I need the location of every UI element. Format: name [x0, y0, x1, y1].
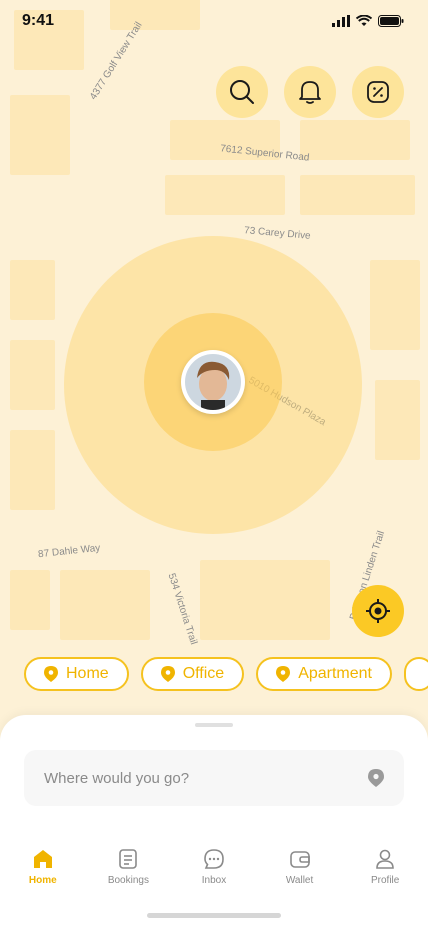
avatar [185, 354, 241, 410]
wifi-icon [356, 15, 372, 26]
wallet-icon [289, 851, 310, 868]
chip-home[interactable]: Home [24, 657, 129, 691]
road-label: 534 Victoria Trail [165, 572, 199, 647]
tab-label: Bookings [107, 875, 149, 886]
chip-label: Home [66, 665, 109, 682]
tab-profile[interactable]: Profile [342, 848, 428, 908]
drag-handle[interactable] [195, 723, 233, 727]
chip-label: Apartment [298, 665, 372, 682]
tab-inbox[interactable]: Inbox [171, 848, 257, 908]
document-icon [119, 849, 138, 869]
tab-bookings[interactable]: Bookings [86, 848, 172, 908]
location-pin-icon [44, 666, 58, 682]
discount-icon [367, 81, 389, 103]
tab-label: Inbox [201, 875, 227, 886]
saved-places: Home Office Apartment [24, 657, 428, 691]
cellular-icon [332, 15, 350, 27]
chip-label: Office [182, 665, 225, 682]
tab-label: Home [28, 875, 57, 886]
tab-label: Wallet [285, 875, 314, 886]
user-icon [376, 849, 394, 869]
status-time: 9:41 [22, 12, 55, 29]
search-button[interactable] [216, 66, 268, 118]
tab-label: Profile [370, 875, 400, 886]
chat-icon [204, 849, 224, 869]
road-label: 73 Carey Drive [243, 225, 312, 242]
location-pin-icon [276, 666, 291, 682]
location-pin-icon [368, 769, 384, 787]
chip-more[interactable] [404, 657, 428, 691]
search-icon [230, 80, 254, 104]
bell-icon [299, 81, 321, 104]
search-placeholder: Where would you go? [44, 769, 190, 787]
battery-icon [378, 15, 404, 27]
destination-search-input[interactable]: Where would you go? [24, 750, 404, 806]
home-icon [33, 850, 52, 868]
top-actions [216, 66, 404, 118]
tab-wallet[interactable]: Wallet [257, 848, 343, 908]
chip-apartment[interactable]: Apartment [256, 657, 392, 691]
home-indicator [147, 913, 281, 918]
status-bar: 9:41 [0, 0, 428, 44]
user-location-avatar[interactable] [181, 350, 245, 414]
location-pin-icon [160, 666, 175, 682]
discount-button[interactable] [352, 66, 404, 118]
notifications-button[interactable] [284, 66, 336, 118]
tab-home[interactable]: Home [0, 848, 86, 908]
chip-office[interactable]: Office [140, 657, 245, 691]
bottom-sheet: Where would you go? Home Bookings Inbox … [0, 715, 428, 926]
my-location-button[interactable] [352, 585, 404, 637]
crosshair-icon [366, 599, 390, 623]
road-label: 87 Dahle Way [37, 542, 101, 561]
tab-bar: Home Bookings Inbox Wallet Profile [0, 848, 428, 908]
